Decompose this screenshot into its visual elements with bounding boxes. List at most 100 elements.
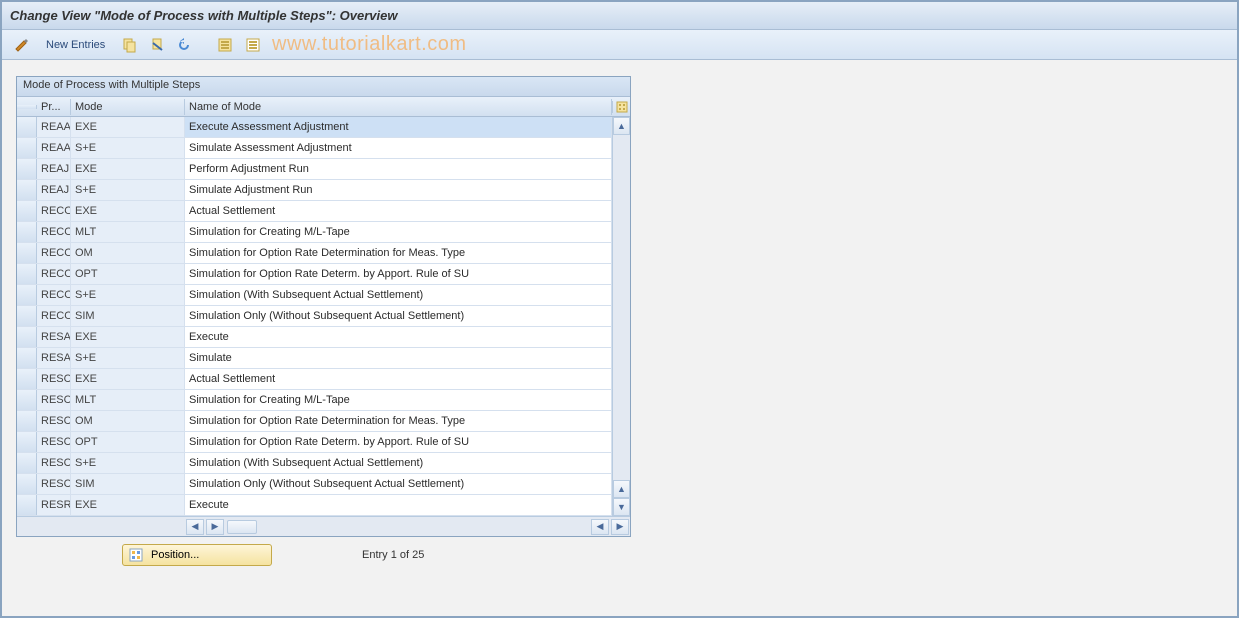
cell-name[interactable]: Execute bbox=[185, 495, 612, 515]
hscroll-thumb[interactable] bbox=[227, 520, 257, 534]
cell-pr: REAA bbox=[37, 138, 71, 158]
cell-mode: EXE bbox=[71, 495, 185, 515]
undo-icon[interactable] bbox=[173, 34, 197, 56]
cell-name[interactable]: Simulation for Option Rate Determ. by Ap… bbox=[185, 264, 612, 284]
row-selector[interactable] bbox=[17, 432, 37, 452]
row-selector[interactable] bbox=[17, 453, 37, 473]
cell-name[interactable]: Simulation for Option Rate Determination… bbox=[185, 243, 612, 263]
cell-mode: MLT bbox=[71, 390, 185, 410]
scroll-right-icon[interactable]: ▶ bbox=[206, 519, 224, 535]
cell-mode: EXE bbox=[71, 369, 185, 389]
cell-mode: S+E bbox=[71, 180, 185, 200]
row-selector[interactable] bbox=[17, 138, 37, 158]
row-selector[interactable] bbox=[17, 264, 37, 284]
cell-pr: RESA bbox=[37, 327, 71, 347]
table-row[interactable]: RECOMLTSimulation for Creating M/L-Tape bbox=[17, 222, 612, 243]
cell-mode: EXE bbox=[71, 201, 185, 221]
table-row[interactable]: RESCS+ESimulation (With Subsequent Actua… bbox=[17, 453, 612, 474]
header-select[interactable] bbox=[17, 105, 37, 109]
row-selector[interactable] bbox=[17, 306, 37, 326]
row-selector[interactable] bbox=[17, 243, 37, 263]
scroll-right2-icon[interactable]: ▶ bbox=[611, 519, 629, 535]
cell-mode: OM bbox=[71, 243, 185, 263]
cell-name[interactable]: Simulation for Option Rate Determ. by Ap… bbox=[185, 432, 612, 452]
select-all-icon[interactable] bbox=[213, 34, 237, 56]
header-mode[interactable]: Mode bbox=[71, 99, 185, 115]
row-selector[interactable] bbox=[17, 495, 37, 515]
cell-name[interactable]: Simulation (With Subsequent Actual Settl… bbox=[185, 453, 612, 473]
scroll-left2-icon[interactable]: ◀ bbox=[591, 519, 609, 535]
cell-pr: REAJ bbox=[37, 159, 71, 179]
cell-pr: RECO bbox=[37, 201, 71, 221]
position-button[interactable]: Position... bbox=[122, 544, 272, 566]
table-row[interactable]: RECOSIMSimulation Only (Without Subseque… bbox=[17, 306, 612, 327]
cell-pr: REAJ bbox=[37, 180, 71, 200]
row-selector[interactable] bbox=[17, 159, 37, 179]
row-selector[interactable] bbox=[17, 285, 37, 305]
table-header: Pr... Mode Name of Mode bbox=[17, 97, 630, 117]
cell-name[interactable]: Simulation for Creating M/L-Tape bbox=[185, 222, 612, 242]
table-row[interactable]: RECOOMSimulation for Option Rate Determi… bbox=[17, 243, 612, 264]
row-selector[interactable] bbox=[17, 327, 37, 347]
cell-name[interactable]: Simulation (With Subsequent Actual Settl… bbox=[185, 285, 612, 305]
row-selector[interactable] bbox=[17, 390, 37, 410]
cell-pr: RESC bbox=[37, 369, 71, 389]
scroll-left-icon[interactable]: ◀ bbox=[186, 519, 204, 535]
scroll-down-icon[interactable]: ▼ bbox=[613, 498, 630, 516]
row-selector[interactable] bbox=[17, 222, 37, 242]
table-row[interactable]: RESCSIMSimulation Only (Without Subseque… bbox=[17, 474, 612, 495]
copy-icon[interactable] bbox=[117, 34, 141, 56]
scroll-up2-icon[interactable]: ▲ bbox=[613, 480, 630, 498]
new-entries-button[interactable]: New Entries bbox=[38, 34, 113, 56]
header-name[interactable]: Name of Mode bbox=[185, 99, 612, 115]
cell-name[interactable]: Perform Adjustment Run bbox=[185, 159, 612, 179]
cell-name[interactable]: Simulate Assessment Adjustment bbox=[185, 138, 612, 158]
row-selector[interactable] bbox=[17, 411, 37, 431]
table-row[interactable]: RESCOPTSimulation for Option Rate Determ… bbox=[17, 432, 612, 453]
table-row[interactable]: REAJEXEPerform Adjustment Run bbox=[17, 159, 612, 180]
table-row[interactable]: RESCEXEActual Settlement bbox=[17, 369, 612, 390]
row-selector[interactable] bbox=[17, 180, 37, 200]
table-row[interactable]: RESCOMSimulation for Option Rate Determi… bbox=[17, 411, 612, 432]
table-row[interactable]: RESAS+ESimulate bbox=[17, 348, 612, 369]
table-row[interactable]: RESREXEExecute bbox=[17, 495, 612, 516]
scroll-track[interactable] bbox=[613, 135, 630, 480]
row-selector[interactable] bbox=[17, 348, 37, 368]
row-selector[interactable] bbox=[17, 369, 37, 389]
cell-pr: RESC bbox=[37, 432, 71, 452]
cell-mode: EXE bbox=[71, 117, 185, 137]
cell-name[interactable]: Simulation Only (Without Subsequent Actu… bbox=[185, 474, 612, 494]
table-row[interactable]: REAAS+ESimulate Assessment Adjustment bbox=[17, 138, 612, 159]
row-selector[interactable] bbox=[17, 117, 37, 137]
table-row[interactable]: RECOEXEActual Settlement bbox=[17, 201, 612, 222]
cell-name[interactable]: Simulate Adjustment Run bbox=[185, 180, 612, 200]
cell-mode: S+E bbox=[71, 453, 185, 473]
table-row[interactable]: RESCMLTSimulation for Creating M/L-Tape bbox=[17, 390, 612, 411]
toggle-change-icon[interactable] bbox=[10, 34, 34, 56]
table-row[interactable]: RECOS+ESimulation (With Subsequent Actua… bbox=[17, 285, 612, 306]
scroll-up-icon[interactable]: ▲ bbox=[613, 117, 630, 135]
deselect-all-icon[interactable] bbox=[241, 34, 265, 56]
horizontal-scrollbar[interactable]: ◀ ▶ ◀ ▶ bbox=[17, 516, 630, 536]
vertical-scrollbar[interactable]: ▲ ▲ ▼ bbox=[612, 117, 630, 516]
cell-name[interactable]: Simulation for Option Rate Determination… bbox=[185, 411, 612, 431]
cell-name[interactable]: Simulation for Creating M/L-Tape bbox=[185, 390, 612, 410]
table-config-icon[interactable] bbox=[612, 101, 630, 113]
table-row[interactable]: REAJS+ESimulate Adjustment Run bbox=[17, 180, 612, 201]
cell-name[interactable]: Actual Settlement bbox=[185, 369, 612, 389]
table-row[interactable]: RESAEXEExecute bbox=[17, 327, 612, 348]
cell-name[interactable]: Actual Settlement bbox=[185, 201, 612, 221]
header-pr[interactable]: Pr... bbox=[37, 99, 71, 115]
table-row[interactable]: REAAEXEExecute Assessment Adjustment bbox=[17, 117, 612, 138]
table-row[interactable]: RECOOPTSimulation for Option Rate Determ… bbox=[17, 264, 612, 285]
cell-pr: RECO bbox=[37, 285, 71, 305]
cell-pr: RESC bbox=[37, 474, 71, 494]
row-selector[interactable] bbox=[17, 474, 37, 494]
cell-name[interactable]: Simulate bbox=[185, 348, 612, 368]
delete-icon[interactable] bbox=[145, 34, 169, 56]
row-selector[interactable] bbox=[17, 201, 37, 221]
cell-name[interactable]: Execute bbox=[185, 327, 612, 347]
cell-name[interactable]: Execute Assessment Adjustment bbox=[185, 117, 612, 137]
cell-name[interactable]: Simulation Only (Without Subsequent Actu… bbox=[185, 306, 612, 326]
new-entries-label: New Entries bbox=[46, 39, 105, 51]
